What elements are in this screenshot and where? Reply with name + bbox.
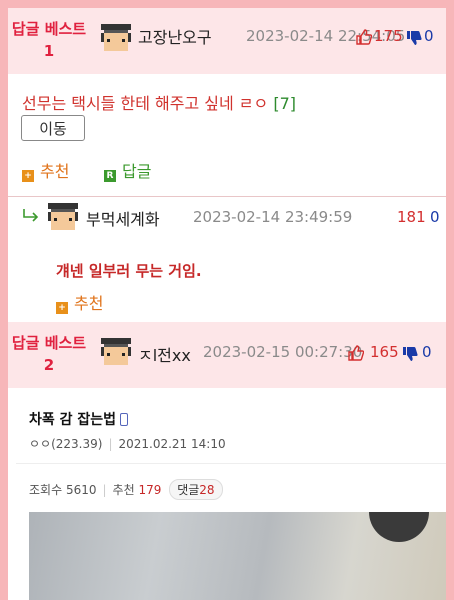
comments-count: 28 — [199, 483, 215, 497]
avatar[interactable] — [101, 24, 131, 54]
comment-list: 답글 베스트1 고장난오구 2023-02-14 22:54:05 175 0 … — [8, 8, 446, 600]
best-reply-2: 답글 베스트2 ㅈl전xx 2023-02-15 00:27:30 165 0 — [8, 322, 446, 388]
plus-icon: + — [56, 302, 68, 314]
views-label: 조회수 — [29, 483, 63, 497]
recommend-button[interactable]: + 추천 — [56, 290, 103, 314]
nickname[interactable]: 고장난오구 — [138, 24, 212, 48]
move-button[interactable]: 이동 — [21, 115, 85, 141]
comment-count: [7] — [273, 94, 296, 113]
recommend-count: 179 — [138, 483, 162, 497]
thumbs-up-icon[interactable] — [356, 29, 372, 45]
plus-icon: + — [22, 170, 34, 182]
downvote-count: 0 — [424, 27, 434, 45]
nickname[interactable]: ㅈl전xx — [138, 342, 191, 366]
divider — [16, 463, 446, 464]
article-title-text: 차폭 감 잡는법 — [29, 412, 117, 428]
article-date: 2021.02.21 14:10 — [118, 437, 226, 451]
recommend-label: 추천 — [112, 483, 135, 497]
comment-date: 2023-02-14 23:49:59 — [193, 208, 353, 226]
recommend-label: 추천 — [40, 162, 70, 181]
phone-icon — [120, 413, 129, 426]
reply-arrow-icon — [23, 209, 39, 222]
article-photo — [29, 512, 446, 600]
upvote-count: 175 — [374, 27, 403, 45]
best-reply-1: 답글 베스트1 고장난오구 2023-02-14 22:54:05 175 0 — [8, 8, 446, 74]
nickname[interactable]: 부먹세계화 — [86, 206, 160, 230]
comments-label: 댓글 — [177, 483, 200, 497]
post-title-text: 선무는 택시들 한테 해주고 싶네 ㄹㅇ — [22, 94, 269, 113]
best-label: 답글 베스트2 — [11, 334, 87, 374]
reply-label: 답글 — [122, 162, 152, 181]
avatar[interactable] — [101, 338, 131, 368]
downvote-count: 0 — [430, 208, 440, 226]
reply-text: 걔넨 일부러 무는 거임. — [56, 262, 202, 280]
divider — [8, 196, 446, 197]
upvote-count: 165 — [370, 343, 399, 361]
comments-badge[interactable]: 댓글28 — [169, 479, 223, 500]
article-author: ㅇㅇ(223.39) — [29, 437, 103, 451]
thumbs-up-icon[interactable] — [348, 345, 364, 361]
article-meta: ㅇㅇ(223.39) | 2021.02.21 14:10 — [29, 437, 226, 451]
views-count: 5610 — [65, 483, 97, 497]
downvote-count: 0 — [422, 343, 432, 361]
reply-icon: R — [104, 170, 116, 182]
recommend-label: 추천 — [74, 294, 104, 313]
comment-date: 2023-02-15 00:27:30 — [203, 343, 363, 361]
thumbs-down-icon[interactable] — [402, 346, 418, 362]
avatar[interactable] — [48, 203, 78, 233]
reply-button[interactable]: R 답글 — [104, 158, 151, 182]
recommend-button[interactable]: + 추천 — [22, 158, 69, 182]
best-label: 답글 베스트1 — [11, 20, 87, 60]
upvote-count: 181 — [397, 208, 426, 226]
embedded-article[interactable]: 차폭 감 잡는법 ㅇㅇ(223.39) | 2021.02.21 14:10 조회수… — [16, 390, 446, 600]
thumbs-down-icon[interactable] — [406, 30, 422, 46]
article-stats: 조회수 5610 | 추천 179 댓글28 — [29, 479, 223, 500]
article-title: 차폭 감 잡는법 — [29, 409, 129, 429]
post-title[interactable]: 선무는 택시들 한테 해주고 싶네 ㄹㅇ [7] — [22, 90, 296, 114]
